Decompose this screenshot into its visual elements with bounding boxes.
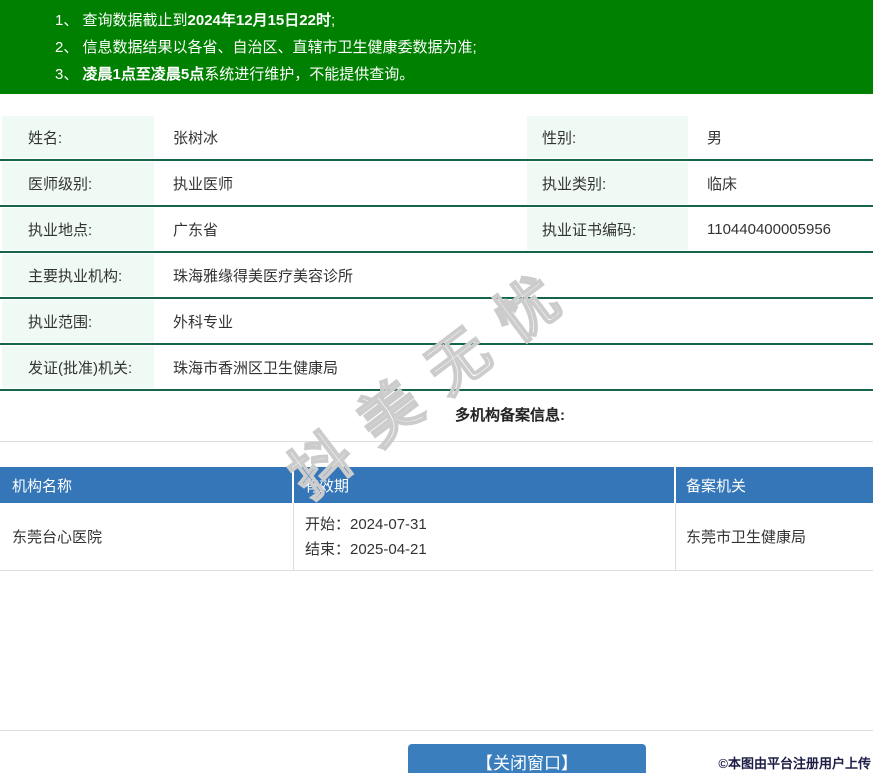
- footer-divider: [0, 730, 873, 731]
- table-row: 执业范围: 外科专业: [0, 299, 873, 345]
- field-label-name: 姓名:: [2, 116, 154, 158]
- filing-validity-period: 开始：2024-07-31 结束：2025-04-21: [294, 503, 676, 570]
- notice-line-3: 3、 凌晨1点至凌晨5点系统进行维护，不能提供查询。: [55, 61, 873, 88]
- table-row: 医师级别: 执业医师 执业类别: 临床: [0, 161, 873, 207]
- multi-institution-section-title: 多机构备案信息:: [455, 407, 565, 424]
- field-label-certificate-number: 执业证书编码:: [527, 208, 688, 250]
- license-query-result-page: 1、 查询数据截止到2024年12月15日22时; 2、 信息数据结果以各省、自…: [0, 0, 873, 773]
- notice-1-text: 1、 查询数据截止到: [55, 12, 188, 29]
- column-header-filing-authority: 备案机关: [686, 477, 747, 495]
- field-value-practice-location: 广东省: [173, 221, 219, 239]
- upload-copyright-note: ©本图由平台注册用户上传: [718, 756, 871, 771]
- section-divider: [0, 441, 873, 442]
- field-value-certificate-number: 110440400005956: [707, 220, 832, 238]
- notice-banner: 1、 查询数据截止到2024年12月15日22时; 2、 信息数据结果以各省、自…: [0, 0, 873, 94]
- field-label-practice-location: 执业地点:: [2, 208, 154, 250]
- filing-institution-name: 东莞台心医院: [0, 503, 294, 570]
- field-value-practice-category: 临床: [707, 175, 738, 193]
- field-value-doctor-level: 执业医师: [173, 175, 234, 193]
- notice-1-bold: 2024年12月15日22时: [187, 12, 331, 29]
- notice-3-text: 系统进行维护，不能提供查询。: [204, 66, 415, 83]
- field-label-main-institution: 主要执业机构:: [2, 254, 154, 296]
- column-header-validity-period: 有效期: [294, 467, 676, 503]
- column-header-institution-name: 机构名称: [0, 467, 294, 503]
- field-label-issuing-authority: 发证(批准)机关:: [2, 346, 154, 388]
- field-value-main-institution: 珠海雅缘得美医疗美容诊所: [173, 267, 354, 285]
- field-label-practice-scope: 执业范围:: [2, 300, 154, 342]
- filing-table: 机构名称 有效期 备案机关 东莞台心医院 开始：2024-07-31 结束：20…: [0, 467, 873, 571]
- table-row: 执业地点: 广东省 执业证书编码: 110440400005956: [0, 207, 873, 253]
- filing-authority: 东莞市卫生健康局: [686, 529, 807, 546]
- notice-line-2: 2、 信息数据结果以各省、自治区、直辖市卫生健康委数据为准;: [55, 34, 873, 61]
- filing-table-row: 东莞台心医院 开始：2024-07-31 结束：2025-04-21 东莞市卫生…: [0, 503, 873, 571]
- field-label-gender: 性别:: [527, 116, 688, 158]
- table-row: 发证(批准)机关: 珠海市香洲区卫生健康局: [0, 345, 873, 391]
- table-row: 主要执业机构: 珠海雅缘得美医疗美容诊所: [0, 253, 873, 299]
- field-label-practice-category: 执业类别:: [527, 162, 688, 204]
- notice-2-text: 2、 信息数据结果以各省、自治区、直辖市卫生健康委数据为准;: [55, 39, 477, 56]
- practitioner-info-table: 姓名: 张树冰 性别: 男 医师级别: 执业医师 执业类别: 临床 执业地点: …: [0, 115, 873, 391]
- notice-1-suffix: ;: [330, 12, 336, 29]
- field-value-gender: 男: [707, 129, 723, 147]
- table-row: 姓名: 张树冰 性别: 男: [0, 115, 873, 161]
- close-window-button[interactable]: 【关闭窗口】: [408, 744, 646, 773]
- validity-end-date: 结束：2025-04-21: [305, 540, 427, 558]
- notice-3-bold: 凌晨1点至凌晨5点: [82, 66, 205, 83]
- field-label-doctor-level: 医师级别:: [2, 162, 154, 204]
- field-value-name: 张树冰: [173, 129, 219, 147]
- field-value-practice-scope: 外科专业: [173, 313, 234, 331]
- field-value-issuing-authority: 珠海市香洲区卫生健康局: [173, 359, 339, 377]
- notice-line-1: 1、 查询数据截止到2024年12月15日22时;: [55, 7, 873, 34]
- filing-table-header: 机构名称 有效期 备案机关: [0, 467, 873, 503]
- validity-start-date: 开始：2024-07-31: [305, 515, 427, 533]
- notice-3-prefix: 3、: [55, 66, 83, 83]
